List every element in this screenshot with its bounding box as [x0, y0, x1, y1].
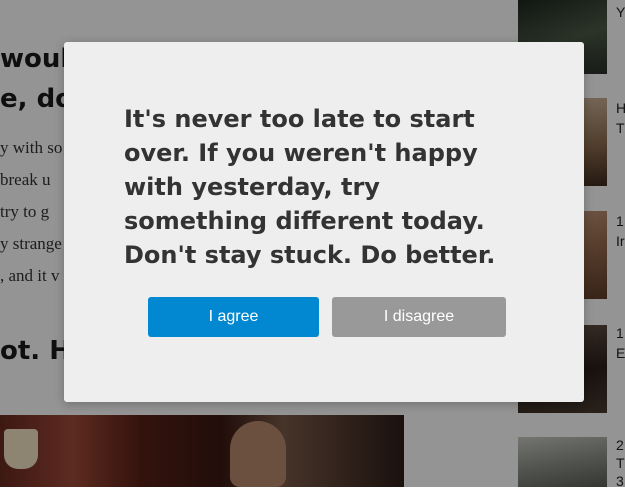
consent-modal: It's never too late to start over. If yo…	[64, 42, 584, 402]
modal-message: It's never too late to start over. If yo…	[124, 105, 496, 269]
disagree-button[interactable]: I disagree	[332, 297, 506, 337]
agree-button[interactable]: I agree	[148, 297, 319, 337]
